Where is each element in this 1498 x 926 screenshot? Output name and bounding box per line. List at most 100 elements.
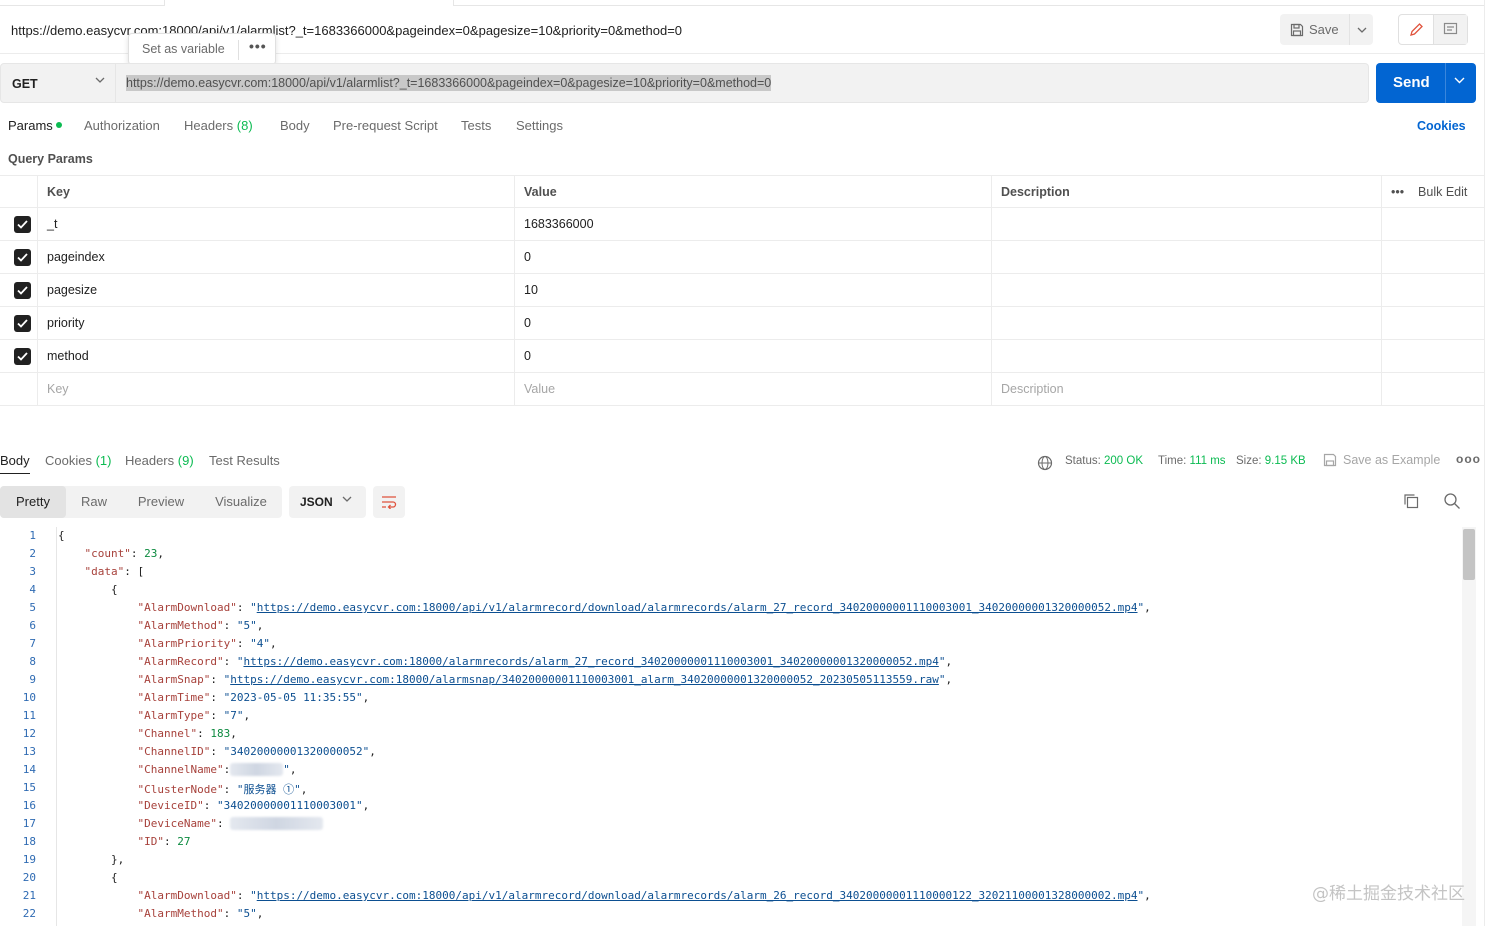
globe-icon[interactable] bbox=[1037, 455, 1053, 471]
param-value[interactable]: 0 bbox=[514, 340, 992, 373]
tab-tests[interactable]: Tests bbox=[461, 118, 491, 133]
param-description[interactable] bbox=[991, 340, 1381, 373]
search-icon[interactable] bbox=[1443, 492, 1461, 510]
param-description[interactable] bbox=[991, 241, 1381, 274]
request-title[interactable]: https://demo.easycvr.com:18000/api/v1/al… bbox=[11, 23, 682, 38]
json-link[interactable]: https://demo.easycvr.com:18000/api/v1/al… bbox=[257, 889, 1138, 902]
cookies-link[interactable]: Cookies bbox=[1417, 119, 1466, 133]
more-options-icon[interactable]: ••• bbox=[1391, 185, 1404, 199]
code-text: "AlarmPriority": "4", bbox=[137, 637, 277, 650]
tab-body[interactable]: Body bbox=[280, 118, 310, 133]
wrap-lines-button[interactable] bbox=[373, 486, 405, 518]
table-row: method 0 bbox=[0, 340, 1484, 373]
param-key[interactable]: pagesize bbox=[37, 274, 515, 307]
description-placeholder: Description bbox=[1001, 382, 1064, 396]
param-key[interactable]: priority bbox=[37, 307, 515, 340]
new-key-input[interactable]: Key bbox=[37, 373, 515, 406]
json-key: "AlarmRecord" bbox=[137, 655, 224, 668]
more-options-icon[interactable]: ooo bbox=[1456, 452, 1481, 466]
param-checkbox[interactable] bbox=[14, 282, 31, 299]
tab-params[interactable]: Params bbox=[8, 118, 62, 133]
json-link[interactable]: https://demo.easycvr.com:18000/api/v1/al… bbox=[257, 601, 1138, 614]
response-time[interactable]: Time: 111 ms bbox=[1158, 455, 1226, 467]
param-value[interactable]: 10 bbox=[514, 274, 992, 307]
column-header-value: Value bbox=[514, 176, 992, 209]
more-options-icon[interactable]: ••• bbox=[249, 38, 267, 54]
new-description-input[interactable]: Description bbox=[991, 373, 1381, 406]
tab-response-body[interactable]: Body bbox=[0, 453, 30, 474]
tab-authorization[interactable]: Authorization bbox=[84, 118, 160, 133]
tab-visualize[interactable]: Visualize bbox=[200, 486, 282, 518]
json-key: "ChannelID" bbox=[137, 745, 211, 758]
code-text: { bbox=[58, 871, 118, 884]
tab-pretty[interactable]: Pretty bbox=[0, 486, 66, 518]
pencil-icon bbox=[1409, 23, 1423, 36]
line-number: 9 bbox=[29, 673, 36, 686]
tab-response-cookies-label: Cookies bbox=[45, 453, 92, 468]
url-input[interactable]: https://demo.easycvr.com:18000/api/v1/al… bbox=[116, 63, 1369, 103]
save-options-button[interactable] bbox=[1349, 14, 1373, 45]
copy-icon[interactable] bbox=[1402, 492, 1420, 510]
scrollbar-thumb[interactable] bbox=[1463, 529, 1475, 580]
right-sidebar-edge bbox=[1484, 0, 1498, 926]
save-icon bbox=[1323, 453, 1337, 467]
json-link[interactable]: https://demo.easycvr.com:18000/alarmsnap… bbox=[230, 673, 939, 686]
set-as-variable-popup: Set as variable ••• bbox=[128, 33, 276, 65]
tab-headers[interactable]: Headers (8) bbox=[184, 118, 253, 133]
save-button[interactable]: Save bbox=[1280, 14, 1348, 45]
tab-test-results[interactable]: Test Results bbox=[209, 453, 280, 468]
param-checkbox[interactable] bbox=[14, 315, 31, 332]
response-headers-count: (9) bbox=[177, 453, 194, 468]
edit-comment-group bbox=[1398, 14, 1468, 45]
response-body-code[interactable]: 1{ 2 "count": 23, 3 "data": [ 4 { 5 "Ala… bbox=[0, 527, 1460, 926]
method-select[interactable]: GET bbox=[0, 63, 116, 103]
code-text: "ChannelName": ", bbox=[137, 763, 297, 776]
json-key: "AlarmTime" bbox=[137, 691, 211, 704]
value-placeholder: Value bbox=[524, 382, 556, 396]
new-value-input[interactable]: Value bbox=[514, 373, 992, 406]
param-key[interactable]: pageindex bbox=[37, 241, 515, 274]
response-status[interactable]: Status: 200 OK bbox=[1065, 455, 1143, 467]
param-checkbox[interactable] bbox=[14, 348, 31, 365]
chevron-down-icon bbox=[342, 496, 352, 502]
code-line: 7 "AlarmPriority": "4", bbox=[0, 637, 1460, 655]
key-placeholder: Key bbox=[47, 382, 69, 396]
param-checkbox[interactable] bbox=[14, 249, 31, 266]
code-line: 5 "AlarmDownload": "https://demo.easycvr… bbox=[0, 601, 1460, 619]
json-number: 27 bbox=[177, 835, 191, 848]
tab-response-headers[interactable]: Headers (9) bbox=[125, 453, 194, 468]
param-value[interactable]: 0 bbox=[514, 307, 992, 340]
param-description[interactable] bbox=[991, 307, 1381, 340]
chevron-down-icon[interactable] bbox=[1454, 77, 1465, 84]
send-button[interactable]: Send bbox=[1376, 63, 1476, 103]
wrap-lines-icon bbox=[382, 496, 397, 509]
edit-button[interactable] bbox=[1399, 15, 1433, 44]
comments-button[interactable] bbox=[1433, 15, 1467, 44]
response-size[interactable]: Size: 9.15 KB bbox=[1236, 455, 1306, 467]
tab-preview[interactable]: Preview bbox=[122, 486, 200, 518]
param-key[interactable]: _t bbox=[37, 208, 515, 241]
line-number: 3 bbox=[29, 565, 36, 578]
param-value[interactable]: 0 bbox=[514, 241, 992, 274]
format-select[interactable]: JSON bbox=[289, 486, 366, 518]
json-link[interactable]: https://demo.easycvr.com:18000/alarmreco… bbox=[243, 655, 938, 668]
tab-pre-request-script[interactable]: Pre-request Script bbox=[333, 118, 438, 133]
code-line: 10 "AlarmTime": "2023-05-05 11:35:55", bbox=[0, 691, 1460, 709]
tab-raw[interactable]: Raw bbox=[66, 486, 122, 518]
check-icon bbox=[17, 319, 28, 328]
check-icon bbox=[17, 253, 28, 262]
tab-settings[interactable]: Settings bbox=[516, 118, 563, 133]
set-as-variable-button[interactable]: Set as variable bbox=[142, 42, 225, 56]
param-description[interactable] bbox=[991, 274, 1381, 307]
param-checkbox[interactable] bbox=[14, 216, 31, 233]
row-check-cell bbox=[0, 373, 37, 406]
tab-response-cookies[interactable]: Cookies (1) bbox=[45, 453, 111, 468]
comment-icon bbox=[1443, 22, 1458, 35]
param-value[interactable]: 1683366000 bbox=[514, 208, 992, 241]
param-description[interactable] bbox=[991, 208, 1381, 241]
bulk-edit-button[interactable]: Bulk Edit bbox=[1418, 185, 1467, 199]
code-scrollbar[interactable] bbox=[1462, 527, 1476, 926]
save-as-example-button[interactable]: Save as Example bbox=[1323, 453, 1440, 467]
param-key[interactable]: method bbox=[37, 340, 515, 373]
json-string: "服务器 ①" bbox=[236, 783, 301, 796]
